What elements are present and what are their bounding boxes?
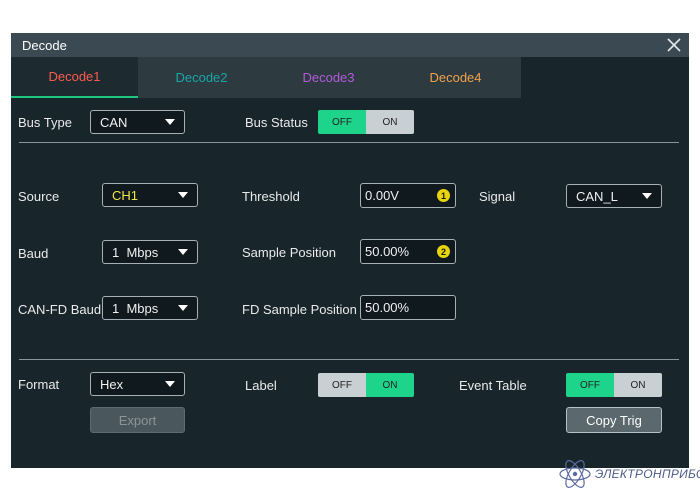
signal-select[interactable]: CAN_L (566, 184, 662, 208)
chevron-down-icon (178, 305, 188, 311)
canfd-baud-select[interactable]: 1 Mbps (102, 296, 198, 320)
bus-status-on-option[interactable]: ON (366, 110, 414, 134)
export-button[interactable]: Export (90, 407, 185, 433)
threshold-input[interactable]: 0.00V 1 (360, 183, 456, 208)
source-value: CH1 (112, 187, 139, 203)
event-table-toggle[interactable]: OFF ON (566, 373, 662, 397)
divider-bottom (19, 359, 679, 360)
event-table-off-option[interactable]: OFF (566, 373, 614, 397)
baud-select[interactable]: 1 Mbps (102, 240, 198, 264)
chevron-down-icon (165, 119, 175, 125)
bus-status-off-option[interactable]: OFF (318, 110, 366, 134)
sample-position-input[interactable]: 50.00% 2 (360, 239, 456, 264)
brand-name: ЭЛЕКТРОНПРИБОР (595, 467, 700, 481)
copy-trig-button[interactable]: Copy Trig (566, 407, 662, 433)
chevron-down-icon (165, 381, 175, 387)
close-icon[interactable] (665, 36, 683, 54)
format-label: Format (18, 377, 60, 392)
bus-status-toggle[interactable]: OFF ON (318, 110, 414, 134)
baud-value: 1 Mbps (112, 244, 159, 260)
label-on-option[interactable]: ON (366, 373, 414, 397)
signal-value: CAN_L (576, 188, 618, 204)
fd-sample-position-input[interactable]: 50.00% (360, 295, 456, 320)
label-toggle-label: Label (245, 378, 277, 393)
brand-watermark: ЭЛЕКТРОНПРИБОР (556, 455, 700, 493)
fd-sample-position-label: FD Sample Position (242, 302, 357, 317)
label-toggle[interactable]: OFF ON (318, 373, 414, 397)
baud-label: Baud (18, 246, 49, 261)
canfd-baud-value: 1 Mbps (112, 300, 159, 316)
event-table-on-option[interactable]: ON (614, 373, 662, 397)
knob-2-badge: 2 (437, 245, 450, 258)
fd-sample-position-value: 50.00% (365, 300, 410, 315)
source-select[interactable]: CH1 (102, 183, 198, 207)
canfd-baud-label: CAN-FD Baud (18, 302, 102, 317)
sample-position-label: Sample Position (242, 245, 336, 260)
title-bar: Decode (11, 33, 689, 57)
chevron-down-icon (642, 193, 652, 199)
sample-position-value: 50.00% (365, 244, 410, 259)
label-off-option[interactable]: OFF (318, 373, 366, 397)
tab-decode4[interactable]: Decode4 (392, 57, 519, 98)
decode-window: Decode Decode1 Decode2 Decode3 Decode4 B… (11, 33, 689, 468)
window-title: Decode (22, 38, 67, 53)
decode-tabs: Decode1 Decode2 Decode3 Decode4 (11, 57, 521, 98)
format-select[interactable]: Hex (90, 372, 185, 396)
chevron-down-icon (178, 249, 188, 255)
knob-1-badge: 1 (437, 189, 450, 202)
tab-decode3[interactable]: Decode3 (265, 57, 392, 98)
threshold-value: 0.00V (365, 188, 399, 203)
bus-type-value: CAN (100, 114, 128, 130)
source-label: Source (18, 189, 60, 204)
bus-type-select[interactable]: CAN (90, 110, 185, 134)
atom-logo-icon (559, 460, 591, 488)
signal-label: Signal (479, 189, 516, 204)
tab-decode2[interactable]: Decode2 (138, 57, 265, 98)
threshold-label: Threshold (242, 189, 300, 204)
divider-top (19, 142, 679, 143)
format-value: Hex (100, 376, 124, 392)
chevron-down-icon (178, 192, 188, 198)
tab-decode1[interactable]: Decode1 (11, 57, 138, 98)
bus-type-label: Bus Type (18, 115, 72, 130)
bus-status-label: Bus Status (245, 115, 308, 130)
event-table-label: Event Table (459, 378, 527, 393)
